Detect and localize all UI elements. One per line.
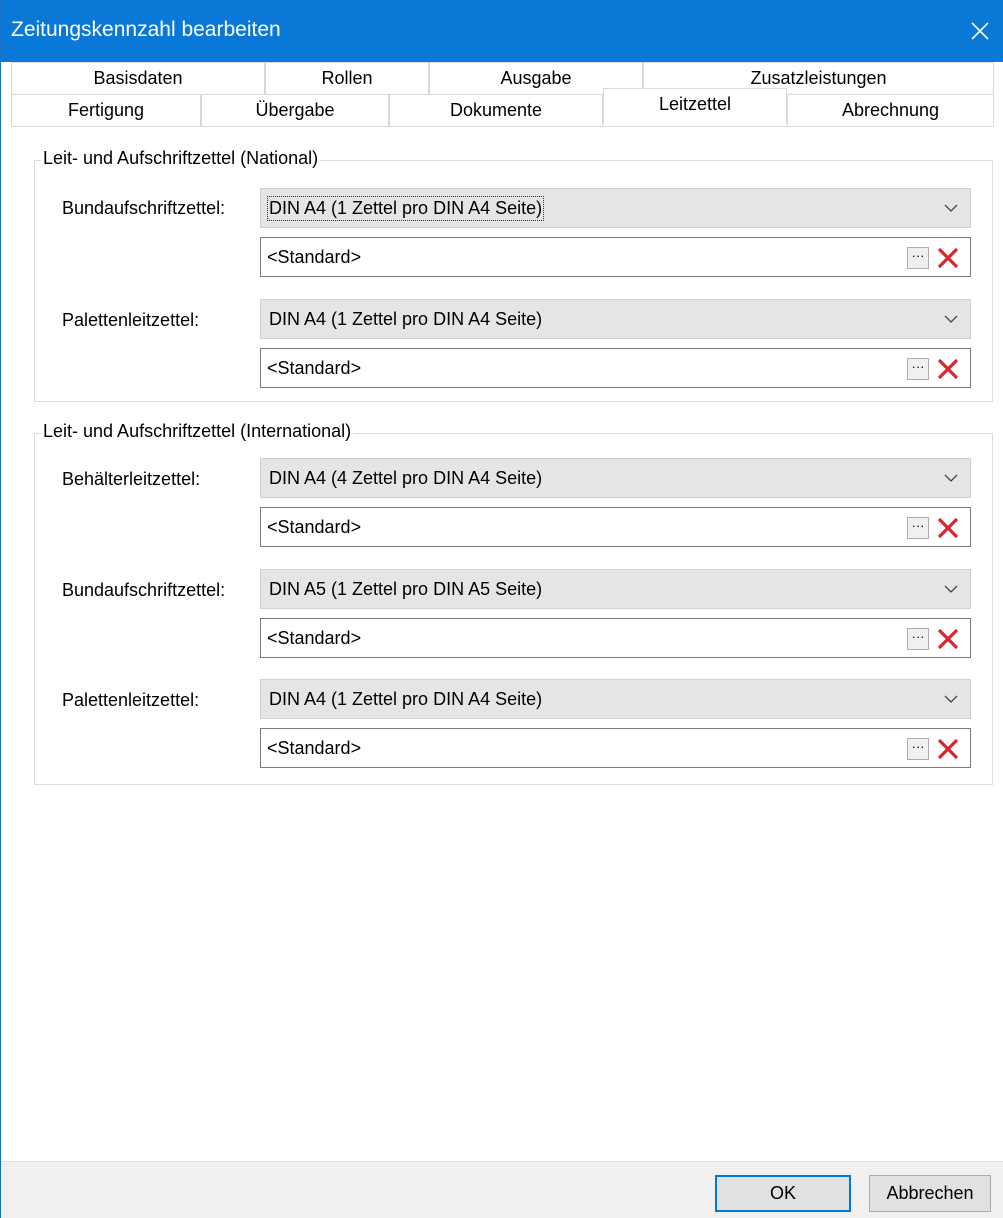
title-bar: Zeitungskennzahl bearbeiten — [1, 0, 1003, 62]
delete-x-icon — [937, 247, 959, 269]
tab-leitzettel[interactable]: Leitzettel — [603, 88, 787, 124]
close-icon — [971, 22, 989, 40]
select-value: DIN A5 (1 Zettel pro DIN A5 Seite) — [269, 579, 543, 599]
ok-button[interactable]: OK — [715, 1175, 851, 1212]
tab-uebergabe[interactable]: Übergabe — [201, 94, 389, 126]
select-international-palettenleitzettel[interactable]: DIN A4 (1 Zettel pro DIN A4 Seite) — [260, 679, 971, 719]
template-field-national-bundaufschriftzettel[interactable]: <Standard> ··· — [260, 237, 971, 277]
label-international-palettenleitzettel: Palettenleitzettel: — [62, 690, 200, 710]
delete-x-icon — [937, 738, 959, 760]
dialog-window: Zeitungskennzahl bearbeiten Basisdaten R… — [0, 0, 1003, 1218]
label-international-bundaufschriftzettel: Bundaufschriftzettel: — [62, 580, 226, 600]
dialog-footer: OK Abbrechen — [1, 1161, 1003, 1218]
tab-basisdaten[interactable]: Basisdaten — [11, 62, 265, 94]
label-international-behaelterleitzettel: Behälterleitzettel: — [62, 469, 201, 489]
tab-fertigung[interactable]: Fertigung — [11, 94, 201, 126]
select-value: DIN A4 (1 Zettel pro DIN A4 Seite) — [269, 309, 543, 329]
close-button[interactable] — [956, 0, 1003, 62]
chevron-down-icon — [944, 315, 958, 323]
select-value: DIN A4 (1 Zettel pro DIN A4 Seite) — [266, 196, 545, 221]
template-field-international-behaelterleitzettel[interactable]: <Standard> ··· — [260, 507, 971, 547]
chevron-down-icon — [944, 695, 958, 703]
browse-button[interactable]: ··· — [907, 738, 929, 760]
group-national-legend: Leit- und Aufschriftzettel (National) — [41, 148, 321, 169]
select-international-bundaufschriftzettel[interactable]: DIN A5 (1 Zettel pro DIN A5 Seite) — [260, 569, 971, 609]
clear-button[interactable] — [934, 625, 962, 653]
template-value: <Standard> — [267, 247, 362, 267]
template-field-national-palettenleitzettel[interactable]: <Standard> ··· — [260, 348, 971, 388]
cancel-button[interactable]: Abbrechen — [869, 1175, 991, 1212]
clear-button[interactable] — [934, 355, 962, 383]
template-value: <Standard> — [267, 517, 362, 537]
delete-x-icon — [937, 517, 959, 539]
chevron-down-icon — [944, 474, 958, 482]
group-international-legend: Leit- und Aufschriftzettel (Internationa… — [41, 421, 354, 442]
select-value: DIN A4 (4 Zettel pro DIN A4 Seite) — [269, 468, 543, 488]
clear-button[interactable] — [934, 514, 962, 542]
clear-button[interactable] — [934, 244, 962, 272]
select-national-palettenleitzettel[interactable]: DIN A4 (1 Zettel pro DIN A4 Seite) — [260, 299, 971, 339]
select-value: DIN A4 (1 Zettel pro DIN A4 Seite) — [269, 689, 543, 709]
browse-button[interactable]: ··· — [907, 247, 929, 269]
browse-button[interactable]: ··· — [907, 517, 929, 539]
select-international-behaelterleitzettel[interactable]: DIN A4 (4 Zettel pro DIN A4 Seite) — [260, 458, 971, 498]
label-national-bundaufschriftzettel: Bundaufschriftzettel: — [62, 198, 226, 218]
tab-rollen[interactable]: Rollen — [265, 62, 429, 94]
clear-button[interactable] — [934, 735, 962, 763]
delete-x-icon — [937, 358, 959, 380]
template-value: <Standard> — [267, 358, 362, 378]
tab-abrechnung[interactable]: Abrechnung — [787, 94, 994, 126]
select-national-bundaufschriftzettel[interactable]: DIN A4 (1 Zettel pro DIN A4 Seite) — [260, 188, 971, 228]
browse-button[interactable]: ··· — [907, 358, 929, 380]
template-field-international-palettenleitzettel[interactable]: <Standard> ··· — [260, 728, 971, 768]
browse-button[interactable]: ··· — [907, 628, 929, 650]
template-field-international-bundaufschriftzettel[interactable]: <Standard> ··· — [260, 618, 971, 658]
delete-x-icon — [937, 628, 959, 650]
chevron-down-icon — [944, 585, 958, 593]
template-value: <Standard> — [267, 628, 362, 648]
chevron-down-icon — [944, 204, 958, 212]
template-value: <Standard> — [267, 738, 362, 758]
label-national-palettenleitzettel: Palettenleitzettel: — [62, 310, 200, 330]
window-title: Zeitungskennzahl bearbeiten — [11, 18, 281, 41]
tab-dokumente[interactable]: Dokumente — [389, 94, 603, 126]
